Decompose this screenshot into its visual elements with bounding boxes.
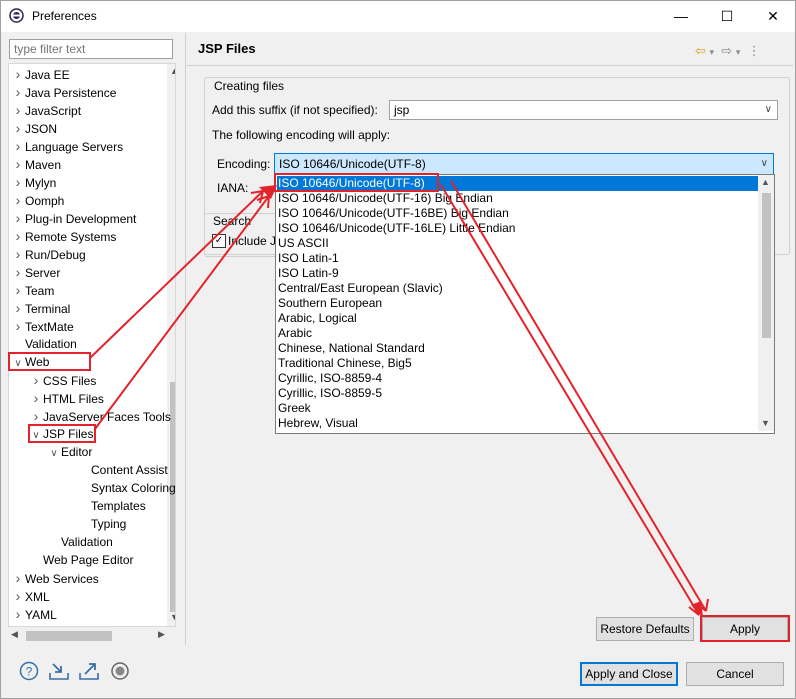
annotation-arrows (89, 180, 709, 617)
arrow-jsp-to-encoding (94, 195, 270, 430)
preferences-window: Preferences — ☐ ✕ ▲ ▼ ›Java EE›Java Pers… (0, 0, 796, 699)
arrow-web-to-encoding (89, 190, 264, 359)
arrow-encoding-to-apply (440, 184, 700, 616)
